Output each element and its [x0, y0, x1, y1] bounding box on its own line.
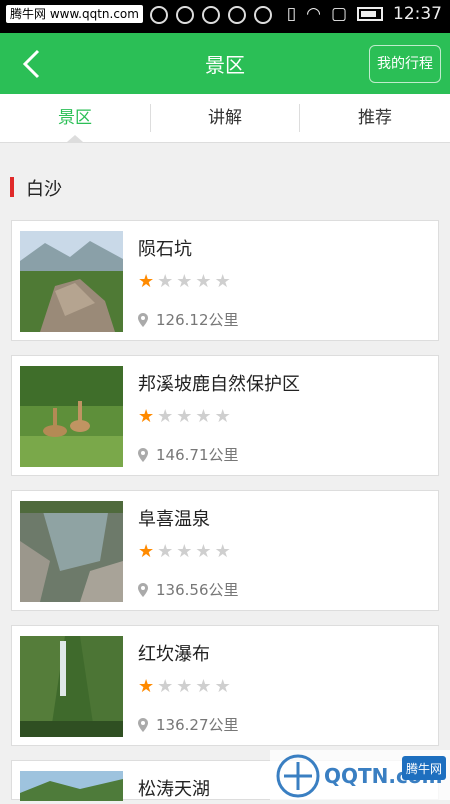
distance-text: 136.56公里 — [156, 581, 239, 599]
watermark-label: 腾牛网 www.qqtn.com — [6, 5, 143, 23]
image-icon — [254, 6, 272, 24]
weibo-icon — [228, 6, 246, 24]
spot-name: 邦溪坡鹿自然保护区 — [138, 374, 300, 395]
star-icon: ★ — [195, 271, 212, 292]
star-icon: ★ — [195, 406, 212, 427]
star-icon: ★ — [176, 406, 193, 427]
app-header: 景区 我的行程 — [0, 33, 450, 94]
status-bar: 腾牛网 www.qqtn.com ▯ ◠ ▢ 12:37 — [0, 0, 450, 33]
clock: 12:37 — [393, 4, 442, 24]
deer-photo — [20, 366, 123, 467]
spot-name: 陨石坑 — [138, 239, 192, 260]
spot-name: 阜喜温泉 — [138, 509, 210, 530]
spot-name: 松涛天湖 — [138, 779, 210, 800]
star-rating: ★ ★ ★ ★ ★ — [138, 408, 231, 426]
star-icon: ★ — [176, 676, 193, 697]
star-rating: ★ ★ ★ ★ ★ — [138, 678, 231, 696]
system-icons: ▯ ◠ ▢ 12:37 — [287, 4, 442, 24]
location-pin-icon — [138, 583, 148, 597]
vibrate-icon: ▯ — [286, 4, 297, 24]
distance: 146.71公里 — [138, 444, 239, 465]
distance: 136.27公里 — [138, 714, 239, 735]
location-pin-icon — [138, 448, 148, 462]
waterfall-photo — [20, 636, 123, 737]
active-tab-indicator — [67, 135, 83, 142]
spot-card[interactable]: 阜喜温泉 ★ ★ ★ ★ ★ 136.56公里 — [11, 490, 439, 611]
section-marker — [10, 177, 14, 197]
star-icon: ★ — [214, 541, 231, 562]
star-icon: ★ — [214, 406, 231, 427]
distance: 126.12公里 — [138, 309, 239, 330]
tab-narration[interactable]: 讲解 — [151, 94, 299, 142]
star-rating: ★ ★ ★ ★ ★ — [138, 273, 231, 291]
location-pin-icon — [138, 718, 148, 732]
lake-photo — [20, 771, 123, 801]
wifi-icon: ◠ — [306, 4, 321, 24]
star-icon: ★ — [138, 541, 155, 562]
section-title: 白沙 — [26, 179, 62, 200]
star-icon: ★ — [214, 676, 231, 697]
distance-text: 146.71公里 — [156, 446, 239, 464]
weibo-icon — [150, 6, 168, 24]
star-icon: ★ — [214, 271, 231, 292]
star-icon: ★ — [157, 406, 174, 427]
star-icon: ★ — [138, 676, 155, 697]
star-icon: ★ — [195, 541, 212, 562]
star-icon: ★ — [157, 676, 174, 697]
hot-spring-photo — [20, 501, 123, 602]
star-icon: ★ — [138, 406, 155, 427]
spot-card[interactable]: 红坎瀑布 ★ ★ ★ ★ ★ 136.27公里 — [11, 625, 439, 746]
weibo-icon — [176, 6, 194, 24]
star-icon: ★ — [195, 676, 212, 697]
spot-card[interactable]: 陨石坑 ★ ★ ★ ★ ★ 126.12公里 — [11, 220, 439, 341]
site-watermark: QQTN.com 腾牛网 — [270, 750, 450, 800]
star-icon: ★ — [176, 271, 193, 292]
star-rating: ★ ★ ★ ★ ★ — [138, 543, 231, 561]
distance-text: 136.27公里 — [156, 716, 239, 734]
weibo-icon — [202, 6, 220, 24]
mountain-rock-photo — [20, 231, 123, 332]
star-icon: ★ — [176, 541, 193, 562]
star-icon: ★ — [157, 271, 174, 292]
distance: 136.56公里 — [138, 579, 239, 600]
tab-recommend[interactable]: 推荐 — [300, 94, 450, 142]
sim-icon: ▢ — [330, 4, 347, 24]
battery-icon — [357, 7, 383, 21]
distance-text: 126.12公里 — [156, 311, 239, 329]
spot-name: 红坎瀑布 — [138, 644, 210, 665]
spot-card[interactable]: 邦溪坡鹿自然保护区 ★ ★ ★ ★ ★ 146.71公里 — [11, 355, 439, 476]
tab-bar: 景区 讲解 推荐 — [0, 94, 450, 143]
star-icon: ★ — [138, 271, 155, 292]
my-trip-button[interactable]: 我的行程 — [369, 45, 441, 83]
location-pin-icon — [138, 313, 148, 327]
notification-icons — [150, 6, 272, 24]
star-icon: ★ — [157, 541, 174, 562]
watermark-badge: 腾牛网 — [406, 761, 442, 776]
